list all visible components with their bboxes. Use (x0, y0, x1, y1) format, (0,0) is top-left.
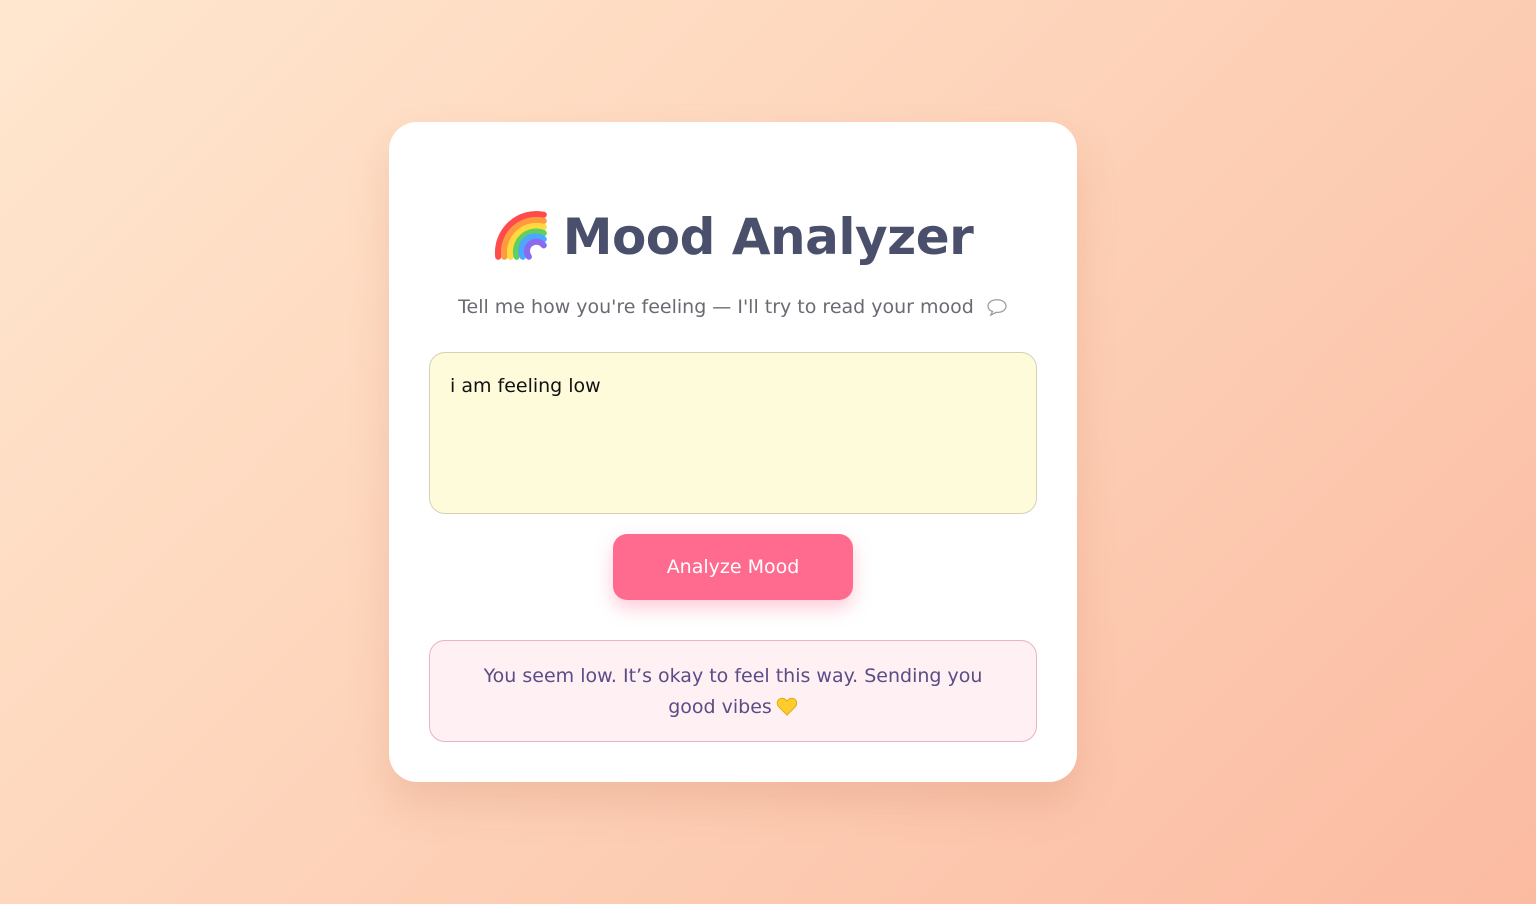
page-title-text: Mood Analyzer (562, 208, 974, 266)
analyze-mood-button[interactable]: Analyze Mood (613, 534, 853, 600)
mood-result-text: You seem low. It’s okay to feel this way… (483, 665, 983, 718)
mood-input[interactable]: i am feeling low (429, 352, 1037, 514)
yellow-heart-icon (776, 697, 797, 716)
speech-bubble-icon (987, 299, 1007, 316)
subtitle-text: Tell me how you're feeling — I'll try to… (458, 296, 974, 318)
rainbow-icon (494, 211, 547, 260)
mood-result: You seem low. It’s okay to feel this way… (429, 640, 1037, 742)
mood-analyzer-card: Mood Analyzer Tell me how you're feeling… (389, 122, 1077, 782)
page-title: Mood Analyzer (389, 206, 1077, 265)
subtitle: Tell me how you're feeling — I'll try to… (389, 294, 1077, 320)
